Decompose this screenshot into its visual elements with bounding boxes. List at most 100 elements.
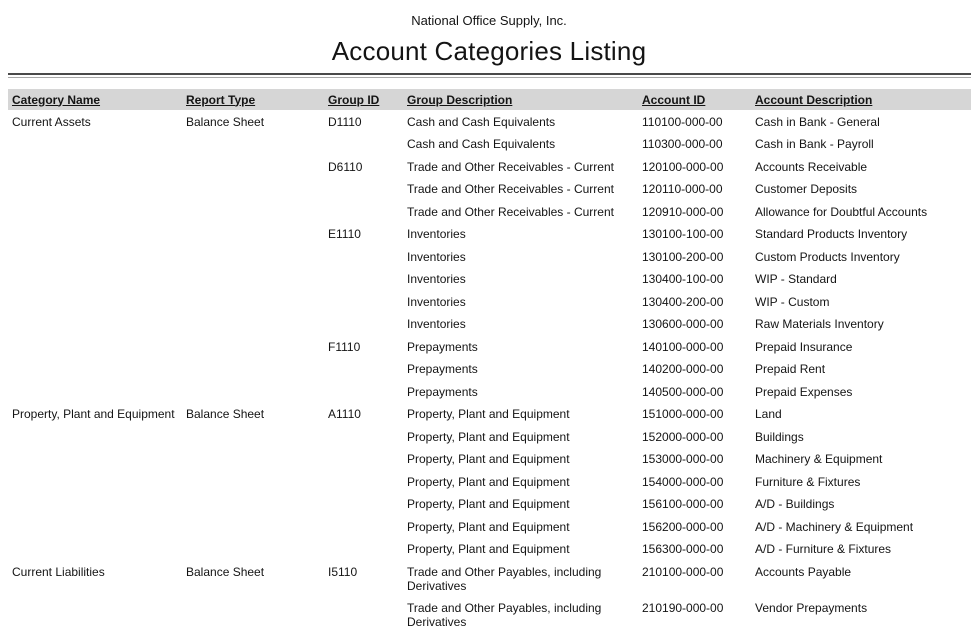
table-header-row: Category Name Report Type Group ID Group… xyxy=(8,89,971,110)
cell-group_description: Prepayments xyxy=(407,340,642,354)
cell-group_id: I5110 xyxy=(328,565,407,579)
cell-group_description: Property, Plant and Equipment xyxy=(407,407,642,421)
cell-account_description: Cash in Bank - General xyxy=(755,115,971,129)
cell-category_name: Current Assets xyxy=(8,115,186,129)
cell-group_description: Prepayments xyxy=(407,362,642,376)
cell-group_description: Inventories xyxy=(407,272,642,286)
cell-group_description: Trade and Other Receivables - Current xyxy=(407,182,642,196)
table-row: Property, Plant and Equipment153000-000-… xyxy=(8,448,971,471)
cell-account_description: Machinery & Equipment xyxy=(755,452,971,466)
table-row: Inventories130100-200-00Custom Products … xyxy=(8,245,971,268)
table-row: Inventories130400-200-00WIP - Custom xyxy=(8,290,971,313)
cell-account_id: 120100-000-00 xyxy=(642,160,755,174)
cell-account_id: 130100-100-00 xyxy=(642,227,755,241)
cell-account_description: A/D - Buildings xyxy=(755,497,971,511)
cell-account_description: Accounts Receivable xyxy=(755,160,971,174)
report-page: National Office Supply, Inc. Account Cat… xyxy=(0,0,978,629)
cell-account_description: Raw Materials Inventory xyxy=(755,317,971,331)
cell-account_id: 120910-000-00 xyxy=(642,205,755,219)
cell-group_description: Cash and Cash Equivalents xyxy=(407,137,642,151)
table-body: Current AssetsBalance SheetD1110Cash and… xyxy=(8,110,971,629)
cell-account_description: Land xyxy=(755,407,971,421)
cell-account_id: 151000-000-00 xyxy=(642,407,755,421)
cell-account_id: 140500-000-00 xyxy=(642,385,755,399)
table-row: Property, Plant and Equipment152000-000-… xyxy=(8,425,971,448)
cell-group_description: Trade and Other Payables, including Deri… xyxy=(407,565,642,593)
table-row: D6110Trade and Other Receivables - Curre… xyxy=(8,155,971,178)
cell-account_id: 156300-000-00 xyxy=(642,542,755,556)
title-divider xyxy=(8,73,971,78)
table-row: Property, Plant and Equipment154000-000-… xyxy=(8,470,971,493)
cell-group_description: Property, Plant and Equipment xyxy=(407,542,642,556)
column-header-account-id: Account ID xyxy=(642,93,755,107)
cell-group_description: Property, Plant and Equipment xyxy=(407,497,642,511)
cell-account_id: 153000-000-00 xyxy=(642,452,755,466)
table-row: Cash and Cash Equivalents110300-000-00Ca… xyxy=(8,133,971,156)
table-row: F1110Prepayments140100-000-00Prepaid Ins… xyxy=(8,335,971,358)
cell-account_description: WIP - Custom xyxy=(755,295,971,309)
cell-account_description: Allowance for Doubtful Accounts xyxy=(755,205,971,219)
cell-account_description: Standard Products Inventory xyxy=(755,227,971,241)
cell-group_id: D6110 xyxy=(328,160,407,174)
cell-account_id: 110300-000-00 xyxy=(642,137,755,151)
cell-category_name: Property, Plant and Equipment xyxy=(8,407,186,421)
cell-account_id: 130400-100-00 xyxy=(642,272,755,286)
table-row: Trade and Other Payables, including Deri… xyxy=(8,597,971,629)
cell-group_description: Property, Plant and Equipment xyxy=(407,452,642,466)
column-header-group-id: Group ID xyxy=(328,93,407,107)
cell-account_description: A/D - Machinery & Equipment xyxy=(755,520,971,534)
cell-account_description: Furniture & Fixtures xyxy=(755,475,971,489)
cell-account_id: 110100-000-00 xyxy=(642,115,755,129)
cell-group_description: Inventories xyxy=(407,227,642,241)
table-row: Property, Plant and Equipment156300-000-… xyxy=(8,538,971,561)
cell-account_description: Customer Deposits xyxy=(755,182,971,196)
cell-account_description: Accounts Payable xyxy=(755,565,971,579)
cell-report_type: Balance Sheet xyxy=(186,115,328,129)
cell-group_description: Property, Plant and Equipment xyxy=(407,520,642,534)
cell-group_description: Property, Plant and Equipment xyxy=(407,475,642,489)
column-header-group-description: Group Description xyxy=(407,93,642,107)
cell-account_id: 120110-000-00 xyxy=(642,182,755,196)
column-header-report-type: Report Type xyxy=(186,93,328,107)
table-row: Trade and Other Receivables - Current120… xyxy=(8,178,971,201)
cell-category_name: Current Liabilities xyxy=(8,565,186,579)
cell-account_description: Prepaid Insurance xyxy=(755,340,971,354)
cell-report_type: Balance Sheet xyxy=(186,565,328,579)
cell-report_type: Balance Sheet xyxy=(186,407,328,421)
table-row: Prepayments140500-000-00Prepaid Expenses xyxy=(8,380,971,403)
cell-account_id: 156200-000-00 xyxy=(642,520,755,534)
company-name: National Office Supply, Inc. xyxy=(0,13,978,29)
cell-account_description: A/D - Furniture & Fixtures xyxy=(755,542,971,556)
cell-group_description: Inventories xyxy=(407,250,642,264)
cell-account_id: 152000-000-00 xyxy=(642,430,755,444)
cell-account_id: 210190-000-00 xyxy=(642,601,755,615)
cell-account_id: 130400-200-00 xyxy=(642,295,755,309)
cell-account_id: 156100-000-00 xyxy=(642,497,755,511)
table-row: Inventories130600-000-00Raw Materials In… xyxy=(8,313,971,336)
cell-group_description: Trade and Other Payables, including Deri… xyxy=(407,601,642,629)
table-row: Property, Plant and Equipment156200-000-… xyxy=(8,515,971,538)
table-row: Prepayments140200-000-00Prepaid Rent xyxy=(8,358,971,381)
page-title: Account Categories Listing xyxy=(0,35,978,67)
table-row: Current LiabilitiesBalance SheetI5110Tra… xyxy=(8,560,971,597)
cell-group_id: E1110 xyxy=(328,227,407,241)
cell-group_description: Property, Plant and Equipment xyxy=(407,430,642,444)
table-row: Trade and Other Receivables - Current120… xyxy=(8,200,971,223)
cell-account_description: Prepaid Expenses xyxy=(755,385,971,399)
table-row: Current AssetsBalance SheetD1110Cash and… xyxy=(8,110,971,133)
cell-account_id: 130600-000-00 xyxy=(642,317,755,331)
cell-group_description: Inventories xyxy=(407,317,642,331)
cell-account_id: 130100-200-00 xyxy=(642,250,755,264)
cell-account_description: Cash in Bank - Payroll xyxy=(755,137,971,151)
cell-group_description: Trade and Other Receivables - Current xyxy=(407,205,642,219)
cell-account_id: 140200-000-00 xyxy=(642,362,755,376)
cell-account_description: WIP - Standard xyxy=(755,272,971,286)
cell-account_id: 140100-000-00 xyxy=(642,340,755,354)
cell-account_description: Buildings xyxy=(755,430,971,444)
cell-group_id: A1110 xyxy=(328,407,407,421)
cell-account_description: Vendor Prepayments xyxy=(755,601,971,615)
table-row: Inventories130400-100-00WIP - Standard xyxy=(8,268,971,291)
column-header-category-name: Category Name xyxy=(8,93,186,107)
table-row: Property, Plant and EquipmentBalance She… xyxy=(8,403,971,426)
cell-group_description: Prepayments xyxy=(407,385,642,399)
